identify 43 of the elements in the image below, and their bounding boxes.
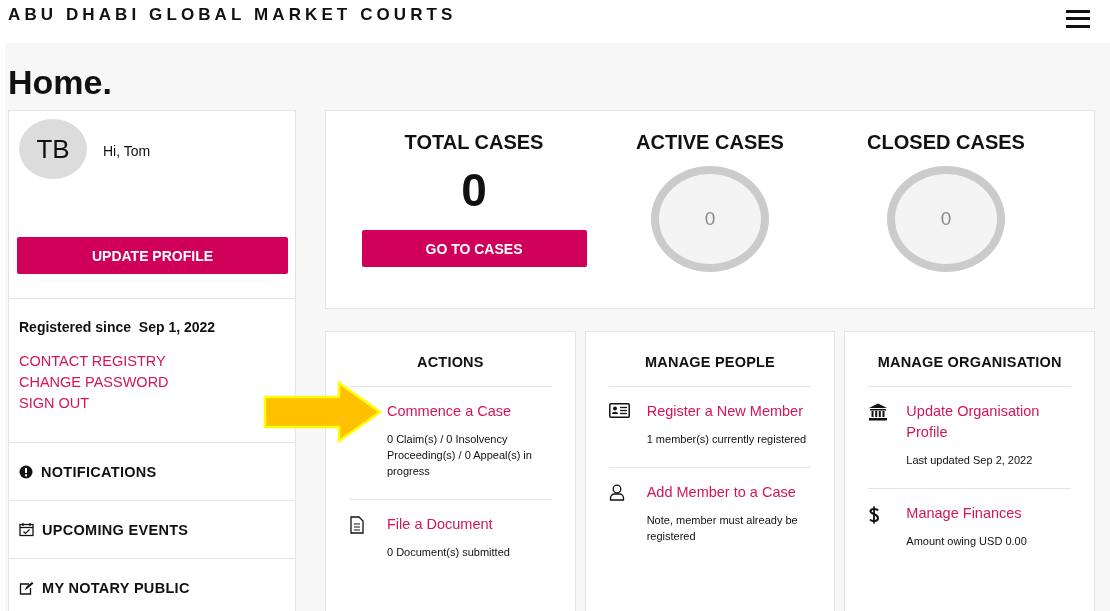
account-link[interactable]: CHANGE PASSWORD — [19, 372, 169, 393]
card-title: MANAGE ORGANISATION — [868, 332, 1071, 387]
greeting: Hi, Tom — [103, 143, 151, 159]
item-note: Amount owing USD 0.00 — [906, 534, 1028, 549]
card-title: ACTIONS — [349, 332, 552, 387]
account-link[interactable]: SIGN OUT — [19, 393, 90, 414]
stat-value: 0 — [461, 163, 487, 218]
action-link[interactable]: Update Organisation Profile — [906, 401, 1071, 443]
update-profile-button[interactable]: UPDATE PROFILE — [17, 237, 288, 274]
registration-date: Registered since Sep 1, 2022 — [19, 319, 217, 335]
item-note: 0 Document(s) submitted — [387, 545, 511, 560]
stat-ring: 0 — [887, 166, 1005, 272]
stat-ring: 0 — [651, 166, 769, 272]
id-card-icon — [608, 403, 630, 418]
menu-icon[interactable] — [1066, 9, 1090, 28]
person-icon — [608, 484, 625, 501]
stat-title: ACTIVE CASES — [636, 131, 784, 154]
item-note: Note, member must already be registered — [646, 513, 799, 544]
action-link[interactable]: Manage Finances — [906, 503, 1071, 524]
go-to-cases-button[interactable]: GO TO CASES — [361, 230, 587, 267]
page-title: Home. — [8, 62, 113, 103]
item-note: 1 member(s) currently registered — [646, 432, 808, 447]
calendar-icon — [19, 522, 34, 537]
sidebar-item[interactable]: MY NOTARY PUBLIC — [9, 559, 295, 611]
card-title: MANAGE PEOPLE — [608, 332, 812, 387]
account-link[interactable]: CONTACT REGISTRY — [19, 351, 166, 372]
action-link[interactable]: File a Document — [387, 514, 552, 535]
sidebar-item[interactable]: UPCOMING EVENTS — [9, 501, 295, 559]
stat-title: TOTAL CASES — [404, 131, 544, 154]
sidebar-item[interactable]: NOTIFICATIONS — [9, 443, 295, 501]
stat-title: CLOSED CASES — [867, 131, 1025, 154]
action-link[interactable]: Commence a Case — [387, 401, 552, 422]
avatar: TB — [19, 119, 87, 179]
site-title: ABU DHABI GLOBAL MARKET COURTS — [8, 4, 457, 25]
edit-icon — [19, 580, 34, 595]
alert-icon — [19, 464, 33, 479]
item-note: 0 Claim(s) / 0 Insolvency Proceeding(s) / 0 Appeal(s) in progress — [387, 432, 533, 479]
action-link[interactable]: Add Member to a Case — [646, 482, 812, 503]
bank-icon — [868, 403, 889, 421]
item-note: Last updated Sep 2, 2022 — [906, 453, 1034, 468]
action-link[interactable]: Register a New Member — [646, 401, 812, 422]
dollar-icon — [868, 505, 881, 525]
document-icon — [349, 516, 365, 534]
